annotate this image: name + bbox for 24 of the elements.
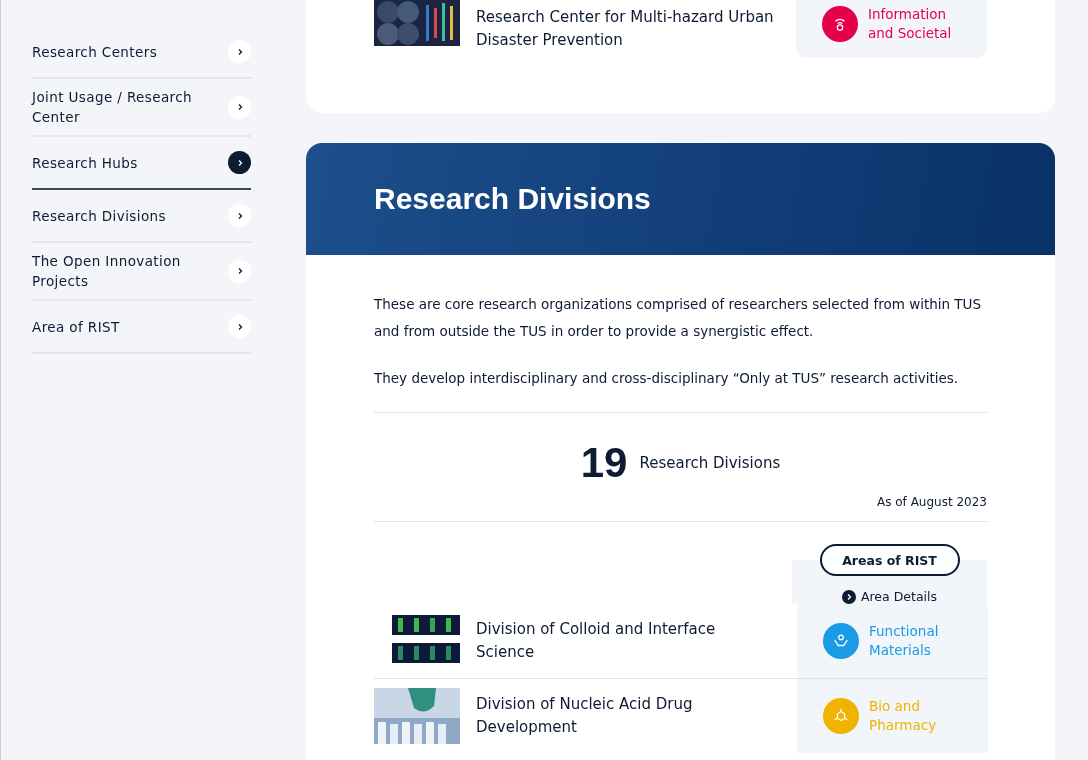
chevron-icon bbox=[228, 151, 251, 174]
sidebar-item[interactable]: Area of RIST bbox=[32, 301, 251, 354]
entry-title[interactable]: Research Center for Multi-hazard Urban Disaster Prevention bbox=[476, 0, 776, 58]
chevron-icon bbox=[228, 40, 251, 63]
paragraph: They develop interdisciplinary and cross-disciplinary “Only at TUS” research activities. bbox=[374, 369, 960, 388]
entry-title[interactable]: Division of Nucleic Acid Drug Development bbox=[476, 687, 776, 745]
sidebar-item[interactable]: Research Divisions bbox=[32, 190, 251, 243]
chevron-icon bbox=[841, 589, 856, 604]
area-details-link[interactable]: Area Details bbox=[860, 589, 938, 604]
areas-button[interactable]: Areas of RIST bbox=[819, 544, 960, 576]
sidebar-item[interactable]: Research Centers bbox=[32, 26, 251, 79]
division-count: 19 bbox=[580, 439, 628, 487]
count-label: Research Divisions bbox=[639, 454, 781, 472]
section-title: Research Divisions bbox=[374, 182, 651, 216]
sidebar-item[interactable]: Research Hubs bbox=[32, 137, 251, 190]
sidebar-item[interactable]: The Open Innovation Projects bbox=[32, 243, 251, 301]
chevron-icon bbox=[228, 315, 251, 338]
chevron-icon bbox=[228, 95, 251, 119]
date-note: As of August 2023 bbox=[876, 495, 987, 509]
chevron-icon bbox=[228, 204, 251, 227]
entry-title[interactable]: Division of Colloid and Interface Science bbox=[476, 612, 776, 670]
paragraph: These are core research organizations comprised of researchers selected from within TUS and from outside the TUS in order to provide a synergistic effect. bbox=[374, 295, 983, 341]
sidebar-item[interactable]: Joint Usage / Research Center bbox=[32, 79, 251, 137]
chevron-icon bbox=[228, 259, 251, 283]
